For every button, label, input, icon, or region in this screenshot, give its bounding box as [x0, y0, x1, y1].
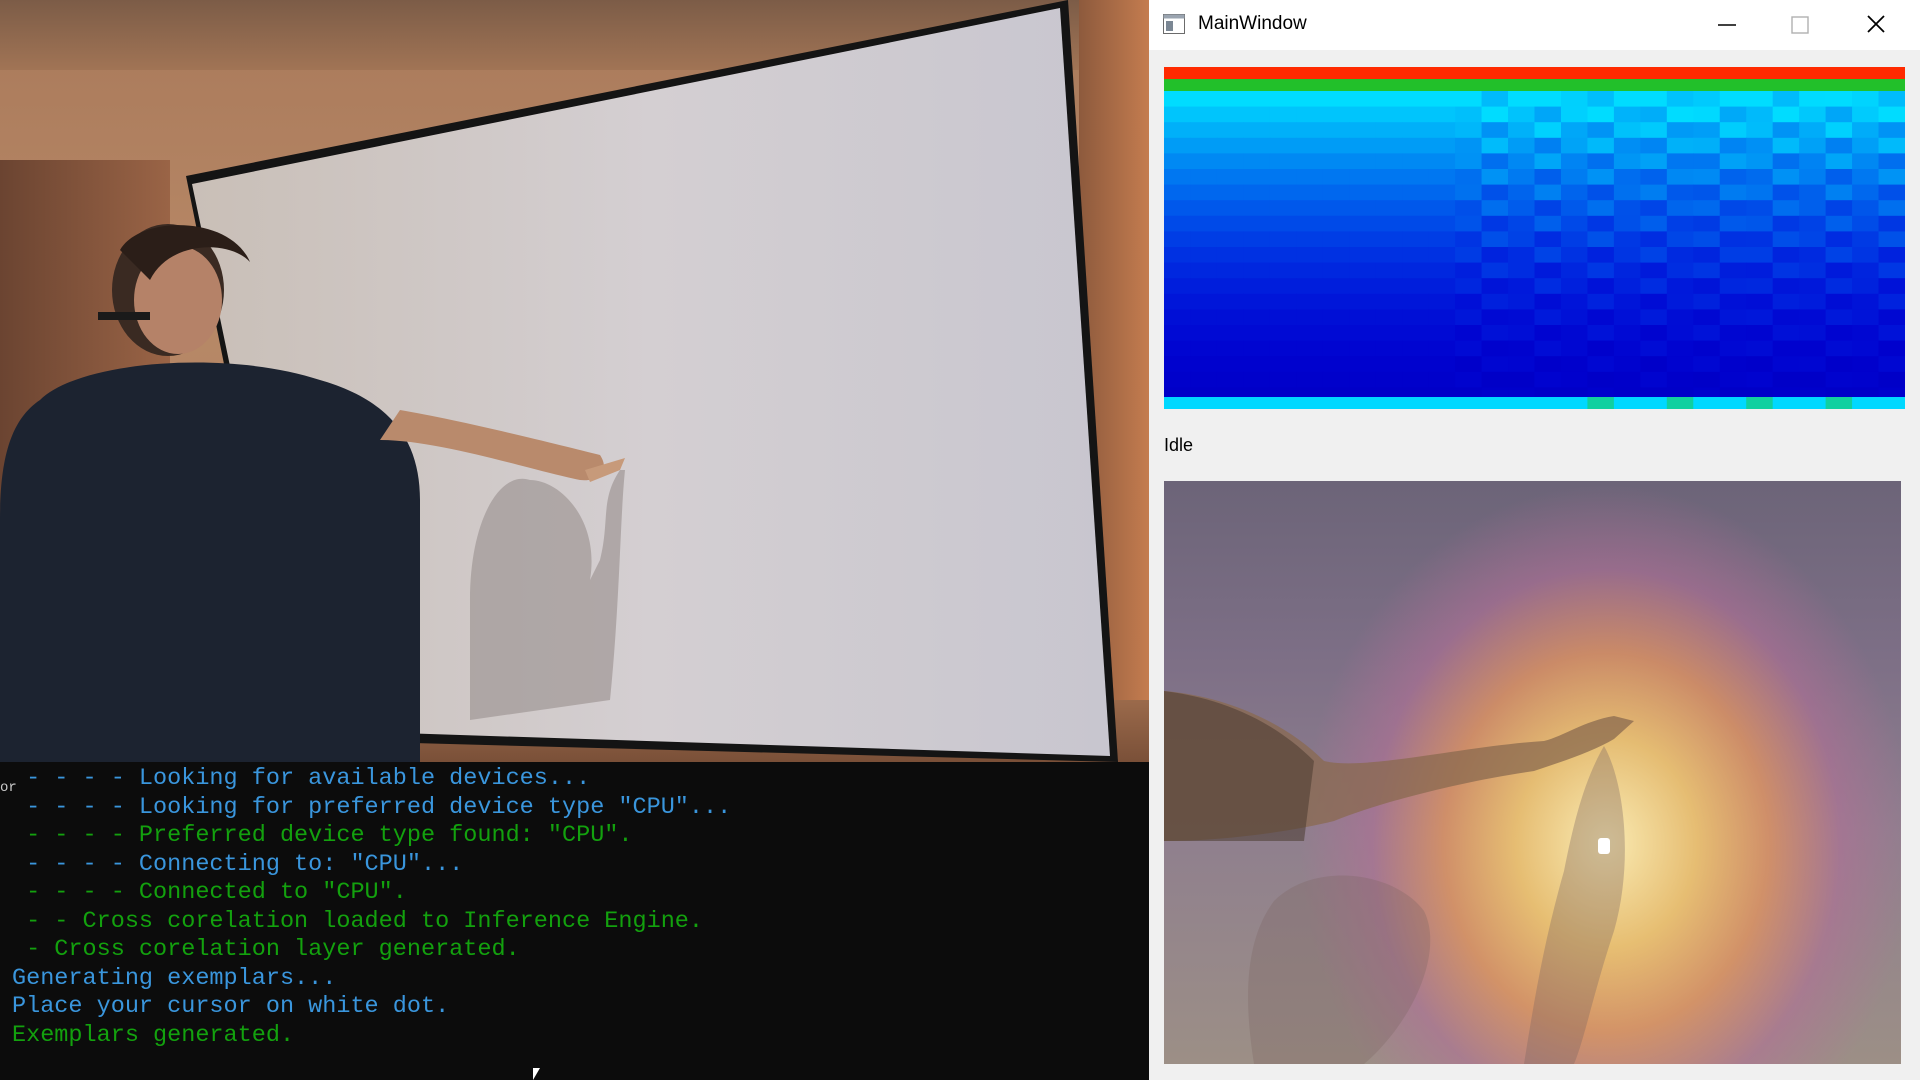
projection-screen	[0, 0, 1118, 762]
console-line: Exemplars generated.	[12, 1021, 295, 1049]
console-line: - - - - Preferred device type found: "CP…	[12, 822, 633, 849]
camera-overlay-view	[1164, 481, 1901, 1064]
console-line: - - - - Connecting to: "CPU"...	[12, 850, 464, 878]
console-line: - - Cross corelation loaded to Inference…	[12, 907, 704, 935]
mouse-cursor-icon	[533, 1068, 540, 1080]
screen: or - - - - Looking for available devices…	[0, 0, 1920, 1080]
window-app-icon	[1163, 14, 1185, 34]
window-title: MainWindow	[1198, 13, 1307, 34]
close-icon	[1867, 15, 1885, 33]
heatmap-grid	[1164, 67, 1906, 409]
console-lines: - - - - Looking for available devices...…	[12, 765, 731, 1050]
console-line: Generating exemplars...	[12, 964, 337, 992]
console-line: - - - - Looking for preferred device typ…	[12, 793, 732, 821]
overlay-person-arm	[1164, 691, 1634, 1064]
minimize-icon	[1718, 24, 1736, 26]
console-line: - - - - Connected to "CPU".	[12, 879, 407, 906]
status-label: Idle	[1164, 435, 1194, 455]
main-window: MainWindow Idle	[1149, 0, 1920, 1080]
camera-feed	[0, 0, 1149, 762]
console-line: Place your cursor on white dot.	[12, 993, 450, 1020]
calibration-dot	[1598, 838, 1610, 854]
console-line: - Cross corelation layer generated.	[12, 936, 520, 963]
title-bar[interactable]: MainWindow	[1149, 0, 1920, 50]
console-output: or - - - - Looking for available devices…	[0, 762, 1149, 1080]
maximize-icon	[1791, 16, 1809, 34]
close-button[interactable]	[1838, 0, 1914, 50]
correlation-heatmap	[1164, 67, 1906, 409]
console-line: - - - - Looking for available devices...	[12, 765, 591, 792]
maximize-button[interactable]	[1762, 0, 1838, 50]
minimize-button[interactable]	[1686, 0, 1762, 50]
